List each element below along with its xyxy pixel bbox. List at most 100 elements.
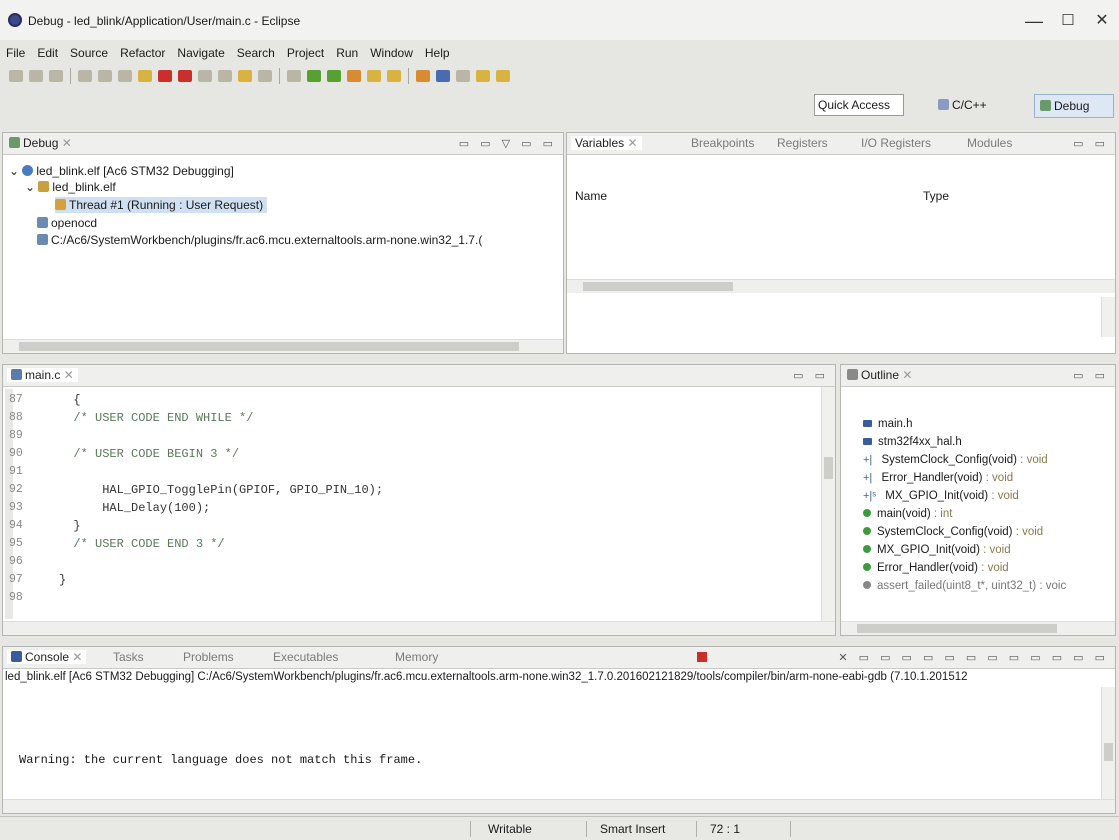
- step-over-icon[interactable]: [218, 70, 232, 82]
- tab-variables[interactable]: Variables ✕: [571, 136, 642, 150]
- step-return-icon[interactable]: [238, 70, 252, 82]
- console-output[interactable]: Warning: the current language does not m…: [19, 753, 422, 767]
- column-type[interactable]: Type: [923, 189, 949, 203]
- console-view: Console ✕ Tasks Problems Executables Mem…: [2, 646, 1116, 814]
- tab-console[interactable]: Console ✕: [7, 650, 87, 664]
- search-icon[interactable]: [98, 70, 112, 82]
- menu-source[interactable]: Source: [70, 46, 108, 60]
- code-line[interactable]: HAL_GPIO_TogglePin(GPIOF, GPIO_PIN_10);: [59, 483, 383, 497]
- view-controls[interactable]: ▭ ▭: [793, 369, 829, 382]
- instruction-step-icon[interactable]: [258, 70, 272, 82]
- horizontal-scrollbar[interactable]: [567, 279, 1115, 293]
- cc-perspective-icon: [938, 99, 949, 110]
- tab-registers[interactable]: Registers: [777, 136, 828, 150]
- tab-io-registers[interactable]: I/O Registers: [861, 136, 931, 150]
- horizontal-scrollbar[interactable]: [3, 799, 1115, 813]
- outline-item[interactable]: +| SystemClock_Config(void) : void: [863, 451, 1048, 469]
- view-controls[interactable]: ▭ ▭: [1073, 137, 1109, 150]
- code-line[interactable]: /* USER CODE END 3 */: [59, 537, 224, 551]
- close-button[interactable]: ✕: [1080, 6, 1119, 36]
- horizontal-scrollbar[interactable]: [841, 621, 1115, 635]
- process-icon: [37, 234, 48, 245]
- outline-item-type: : void: [1016, 454, 1048, 466]
- code-line[interactable]: }: [59, 519, 80, 533]
- menu-navigate[interactable]: Navigate: [177, 46, 224, 60]
- tab-breakpoints[interactable]: Breakpoints: [691, 136, 754, 150]
- step-into-icon[interactable]: [198, 70, 212, 82]
- back-icon[interactable]: [476, 70, 490, 82]
- menu-search[interactable]: Search: [237, 46, 275, 60]
- open-type-icon[interactable]: [367, 70, 381, 82]
- terminate-icon[interactable]: [158, 70, 172, 82]
- forward-icon[interactable]: [496, 70, 510, 82]
- outline-item[interactable]: SystemClock_Config(void) : void: [863, 523, 1043, 541]
- new-icon[interactable]: [9, 70, 23, 82]
- outline-item[interactable]: stm32f4xx_hal.h: [863, 433, 962, 451]
- tab-main-c[interactable]: main.c ✕: [7, 368, 78, 382]
- include-icon: [863, 420, 872, 427]
- tab-problems[interactable]: Problems: [183, 650, 234, 664]
- perspective-cc[interactable]: C/C++: [934, 94, 987, 116]
- view-controls[interactable]: ▭ ▭: [1073, 369, 1109, 382]
- outline-item[interactable]: main(void) : int: [863, 505, 952, 523]
- menu-window[interactable]: Window: [370, 46, 413, 60]
- debug-config-icon[interactable]: [287, 70, 301, 82]
- column-name[interactable]: Name: [575, 189, 607, 203]
- outline-item[interactable]: main.h: [863, 415, 913, 433]
- menu-help[interactable]: Help: [425, 46, 450, 60]
- code-line[interactable]: {: [59, 393, 80, 407]
- pen-icon[interactable]: [416, 70, 430, 82]
- menu-edit[interactable]: Edit: [37, 46, 58, 60]
- vertical-scrollbar[interactable]: [1101, 687, 1115, 799]
- external-tools-icon[interactable]: [347, 70, 361, 82]
- outline-item[interactable]: assert_failed(uint8_t*, uint32_t) : voic: [863, 577, 1066, 595]
- menu-refactor[interactable]: Refactor: [120, 46, 165, 60]
- open-folder-icon[interactable]: [387, 70, 401, 82]
- code-line[interactable]: /* USER CODE BEGIN 3 */: [59, 447, 239, 461]
- outline-item[interactable]: MX_GPIO_Init(void) : void: [863, 541, 1011, 559]
- tree-openocd[interactable]: openocd: [37, 215, 97, 231]
- console-toolbar[interactable]: ✕ ▭ ▭ ▭ ▭ ▭ ▭ ▭ ▭ ▭ ▭ ▭ ▭: [838, 651, 1109, 664]
- prev-annotation-icon[interactable]: [456, 70, 470, 82]
- menu-file[interactable]: File: [6, 46, 25, 60]
- outline-item[interactable]: Error_Handler(void) : void: [863, 559, 1009, 577]
- code-line[interactable]: HAL_Delay(100);: [59, 501, 210, 515]
- tree-launch-label: led_blink.elf [Ac6 STM32 Debugging]: [36, 164, 234, 178]
- terminate-icon[interactable]: [697, 652, 707, 662]
- next-annotation-icon[interactable]: [436, 70, 450, 82]
- tree-thread[interactable]: Thread #1 (Running : User Request): [55, 197, 268, 213]
- outline-item[interactable]: +| Error_Handler(void) : void: [863, 469, 1013, 487]
- view-controls[interactable]: ▭ ▭ ▽ ▭ ▭: [459, 137, 557, 150]
- skip-breakpoints-icon[interactable]: [118, 70, 132, 82]
- line-number: 96: [9, 555, 23, 568]
- tab-outline[interactable]: Outline ✕: [847, 368, 912, 382]
- horizontal-scrollbar[interactable]: [3, 339, 563, 353]
- menu-run[interactable]: Run: [336, 46, 358, 60]
- resume-icon[interactable]: [138, 70, 152, 82]
- tree-process[interactable]: ⌄ led_blink.elf: [25, 179, 116, 195]
- debug-icon[interactable]: [327, 70, 341, 82]
- perspective-debug[interactable]: Debug: [1034, 94, 1114, 118]
- disconnect-icon[interactable]: [178, 70, 192, 82]
- vertical-scrollbar[interactable]: [1101, 297, 1115, 337]
- menu-project[interactable]: Project: [287, 46, 324, 60]
- vertical-scrollbar[interactable]: [821, 387, 835, 621]
- run-icon[interactable]: [307, 70, 321, 82]
- tab-tasks[interactable]: Tasks: [113, 650, 144, 664]
- tab-modules[interactable]: Modules: [967, 136, 1012, 150]
- code-line[interactable]: }: [59, 573, 66, 587]
- tree-launch[interactable]: ⌄ led_blink.elf [Ac6 STM32 Debugging]: [9, 163, 234, 179]
- tab-debug[interactable]: Debug ✕: [9, 136, 72, 150]
- build-icon[interactable]: [78, 70, 92, 82]
- save-icon[interactable]: [29, 70, 43, 82]
- horizontal-scrollbar[interactable]: [3, 621, 835, 635]
- quick-access-field[interactable]: Quick Access: [814, 94, 904, 116]
- save-all-icon[interactable]: [49, 70, 63, 82]
- tab-executables[interactable]: Executables: [273, 650, 338, 664]
- tab-memory[interactable]: Memory: [395, 650, 438, 664]
- function-icon: [863, 509, 871, 517]
- tree-gdb[interactable]: C:/Ac6/SystemWorkbench/plugins/fr.ac6.mc…: [37, 232, 482, 248]
- outline-item[interactable]: +|ˢ MX_GPIO_Init(void) : void: [863, 487, 1019, 505]
- code-line[interactable]: /* USER CODE END WHILE */: [59, 411, 253, 425]
- main-toolbar: [0, 62, 1119, 90]
